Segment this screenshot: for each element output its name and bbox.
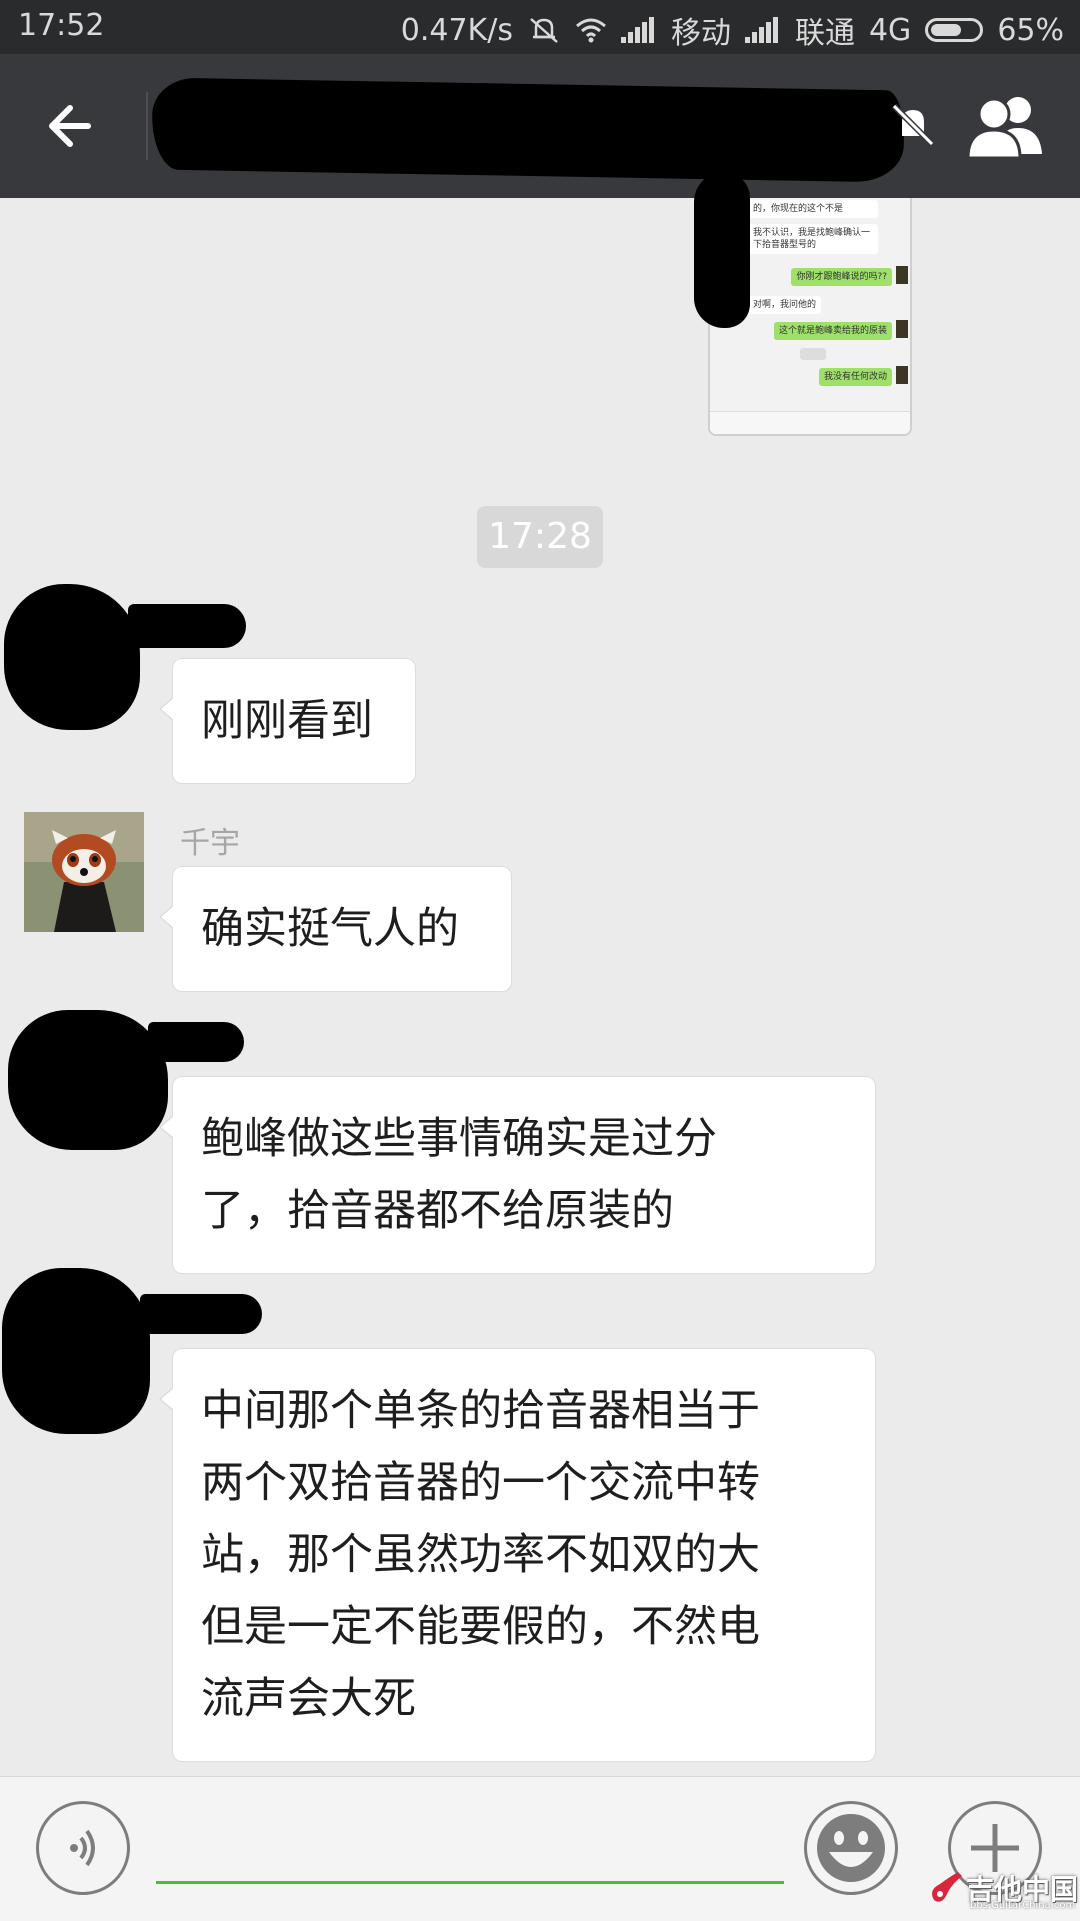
- group-people-icon: [966, 97, 1042, 160]
- red-panda-photo: [24, 812, 144, 932]
- image-chat-line: 对啊，我问他的: [748, 296, 822, 314]
- arrow-left-icon: [49, 105, 91, 147]
- back-button[interactable]: [42, 98, 106, 154]
- status-indicators: 0.47K/s 移动 联通 4G 65%: [401, 8, 1064, 52]
- image-avatar: [896, 366, 908, 384]
- bell-off-icon: [888, 100, 938, 150]
- status-time: 17:52: [18, 8, 105, 43]
- nickname-redacted: [140, 1294, 262, 1334]
- message-bubble[interactable]: 中间那个单条的拾音器相当于 两个双拾音器的一个交流中转 站，那个虽然功率不如双的…: [159, 1348, 876, 1762]
- image-chat-line: 我没有任何改动: [818, 368, 892, 386]
- avatar[interactable]: [4, 584, 140, 730]
- mute-vibrate-icon: [530, 18, 558, 43]
- nickname-redacted: [148, 1022, 244, 1062]
- watermark: 吉他中国 bbs.GuitarChina.com: [926, 1866, 1078, 1916]
- chat-title-redacted: [151, 77, 905, 183]
- image-chat-line: 我不认识，我是找鲍峰确认一下拾音器型号的: [748, 224, 878, 254]
- image-redaction: [694, 172, 750, 328]
- image-chat-line: 的，你现在的这个不是: [748, 200, 878, 218]
- image-avatar: [896, 320, 908, 338]
- net-speed: 0.47K/s: [400, 12, 513, 48]
- message-bubble[interactable]: 鲍峰做这些事情确实是过分 了，拾音器都不给原装的: [159, 1076, 876, 1274]
- avatar[interactable]: [8, 1010, 168, 1150]
- voice-button[interactable]: [36, 1801, 130, 1895]
- battery-percent: 65%: [997, 12, 1064, 48]
- message-bubble[interactable]: 刚刚看到: [159, 658, 416, 784]
- signal-icon-2: [744, 17, 781, 43]
- signal-icon-1: [620, 17, 657, 43]
- image-input-bar: [710, 411, 910, 434]
- image-time-chip: [800, 348, 826, 360]
- emoji-icon: [817, 1814, 885, 1882]
- image-chat-line: 这个就是鲍峰卖给我的原装: [773, 322, 892, 340]
- avatar[interactable]: [24, 812, 144, 932]
- chat-header: [0, 54, 1080, 198]
- header-divider: [146, 92, 148, 160]
- voice-icon: [70, 1829, 95, 1867]
- wifi-icon: [575, 18, 606, 43]
- message-bubble[interactable]: 确实挺气人的: [159, 866, 512, 992]
- nickname-redacted: [128, 604, 246, 648]
- battery-icon: [925, 18, 984, 42]
- carrier-2: 联通: [794, 16, 855, 51]
- time-divider: 17:28: [477, 506, 603, 568]
- carrier-1: 移动: [670, 16, 731, 51]
- guitar-logo-icon: [932, 1872, 962, 1902]
- sender-nickname: 千宇: [180, 826, 240, 861]
- watermark-url: bbs.GuitarChina.com: [970, 1900, 1076, 1911]
- group-members-button[interactable]: [964, 90, 1048, 162]
- avatar[interactable]: [2, 1268, 150, 1434]
- image-avatar: [896, 266, 908, 284]
- message-input[interactable]: [156, 1817, 784, 1884]
- image-chat-line: 你刚才跟鲍峰说的吗??: [791, 268, 892, 286]
- network-type: 4G: [868, 12, 912, 48]
- status-bar: 17:52 0.47K/s 移动 联通 4G 65%: [0, 0, 1080, 54]
- input-bar: [0, 1776, 1080, 1921]
- emoji-button[interactable]: [804, 1801, 898, 1895]
